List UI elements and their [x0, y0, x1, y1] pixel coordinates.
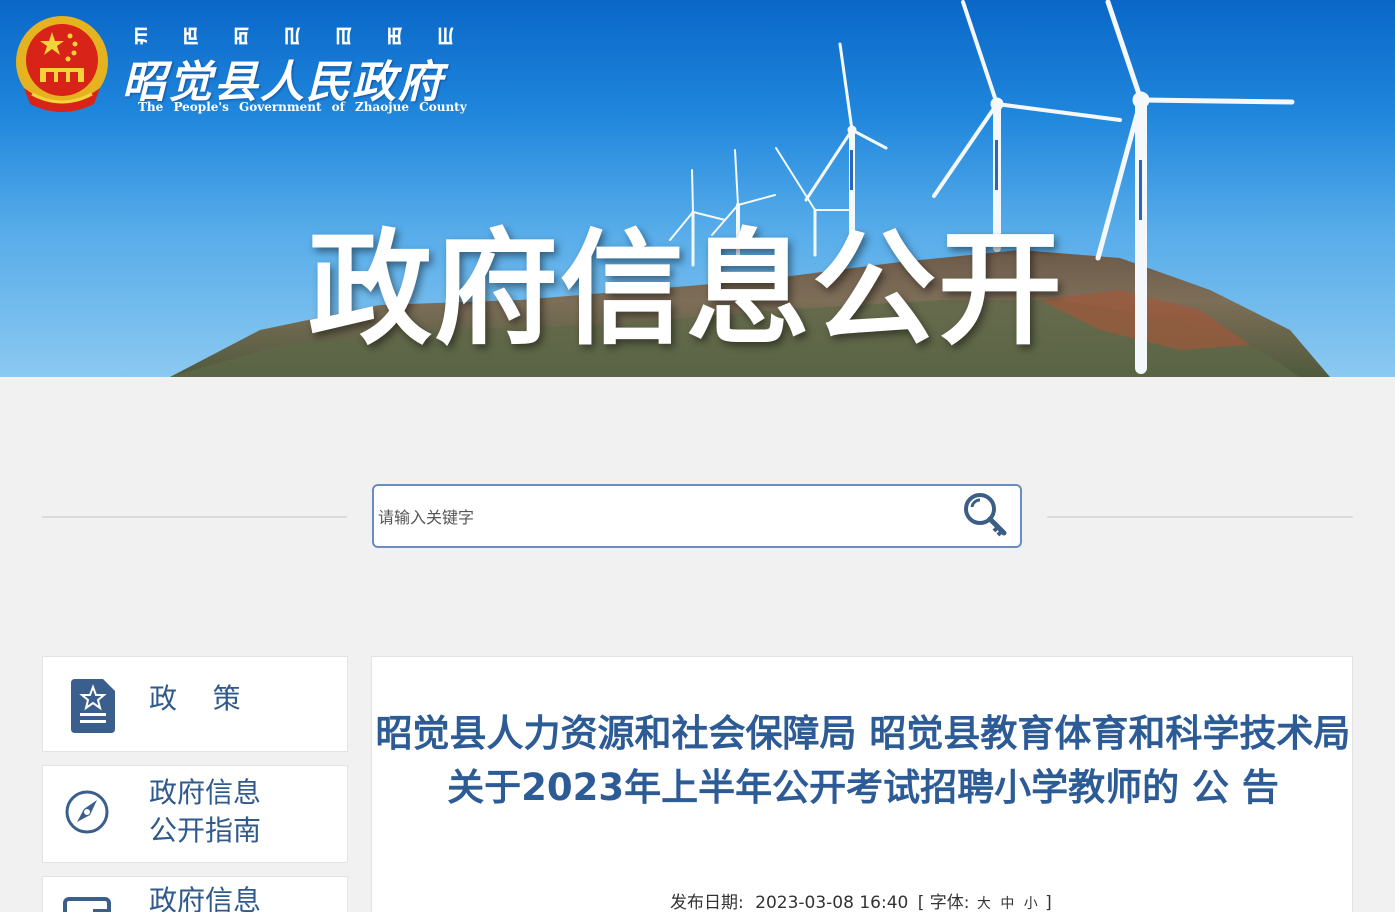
sidebar-item-label: 政府信息 公开指南 [149, 776, 262, 847]
header-banner: ꡀ ꡁ ꡂ ꡃ ꡄ ꡅ ꡆ 昭觉县人民政府 The People's Gover… [0, 0, 1395, 377]
script-char: ꡀ [134, 23, 149, 49]
publish-date: 2023-03-08 16:40 [755, 893, 909, 912]
sidebar-item-info[interactable]: 政府信息 [42, 876, 348, 912]
magnifier-key-icon [964, 493, 1007, 537]
sidebar-item-policy[interactable]: 政 策 [42, 656, 348, 752]
font-size-small-button[interactable]: 小 [1024, 896, 1038, 912]
yi-script-row: ꡀ ꡁ ꡂ ꡃ ꡄ ꡅ ꡆ [134, 20, 454, 49]
sidebar-item-label: 政 策 [149, 680, 241, 718]
font-size-medium-button[interactable]: 中 [1000, 896, 1014, 912]
search-input[interactable] [378, 498, 948, 536]
article-panel: 昭觉县人力资源和社会保障局 昭觉县教育体育和科学技术局 关于2023年上半年公开… [371, 656, 1353, 912]
font-size-label: [ 字体: [917, 893, 970, 912]
script-char: ꡃ [284, 23, 301, 49]
document-star-icon [71, 679, 115, 733]
national-emblem-icon [16, 16, 108, 112]
script-char: ꡅ [386, 23, 403, 49]
publish-label: 发布日期: [670, 893, 744, 912]
sidebar-label-text: 政 策 [149, 682, 241, 715]
site-name-english: The People's Government of Zhaojue Count… [138, 100, 467, 114]
font-size-large-button[interactable]: 大 [977, 896, 991, 912]
search-button[interactable] [958, 488, 1014, 544]
sidebar-item-guide[interactable]: 政府信息 公开指南 [42, 765, 348, 863]
divider-left [42, 516, 347, 518]
article-meta: 发布日期: 2023-03-08 16:40 [ 字体: 大 中 小 ] [670, 888, 1052, 912]
compass-icon [65, 790, 109, 834]
divider-right [1047, 516, 1353, 518]
script-char: ꡆ [437, 23, 454, 49]
banner-title: 政府信息公开 [308, 218, 1065, 362]
script-char: ꡂ [233, 23, 250, 49]
sidebar-item-label: 政府信息 [149, 884, 262, 912]
script-char: ꡄ [335, 23, 353, 49]
search-bar [372, 484, 1022, 548]
folder-icon [63, 897, 111, 912]
article-title: 昭觉县人力资源和社会保障局 昭觉县教育体育和科学技术局 关于2023年上半年公开… [375, 712, 1351, 809]
script-char: ꡁ [182, 23, 199, 49]
font-size-bracket: ] [1045, 893, 1052, 912]
